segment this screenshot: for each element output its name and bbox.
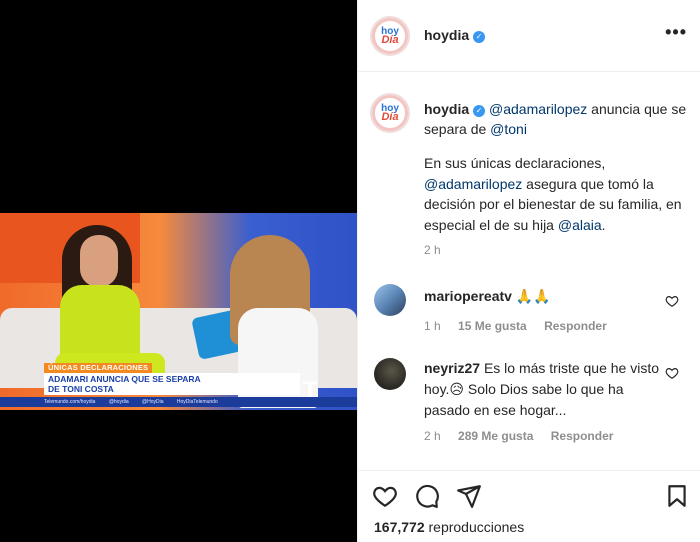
news-lower-third: ÚNICAS DECLARACIONES ADAMARI ANUNCIA QUE… (0, 363, 357, 411)
ticker-item: @hoydia (108, 399, 129, 405)
avatar-logo-bottom: Día (381, 33, 399, 46)
comment-meta: 2 h 289 Me gusta Responder (424, 429, 627, 443)
avatar[interactable]: hoy Día (370, 16, 410, 56)
avatar-logo-bottom: Día (381, 110, 399, 123)
hoydia-logo-icon: hoy Día (372, 18, 408, 54)
avatar[interactable] (374, 358, 406, 390)
ticker-item: Telemundo.com/hoydia (44, 399, 96, 405)
headline-line-1: ADAMARI ANUNCIA QUE SE SEPARA (48, 374, 201, 384)
avatar[interactable] (374, 284, 406, 316)
mention-link[interactable]: @alaia (558, 217, 602, 233)
lower-third-headline: ADAMARI ANUNCIA QUE SE SEPARA DE TONI CO… (44, 373, 300, 395)
comment-username[interactable]: neyriz27 (424, 360, 480, 376)
caption-body: En sus únicas declaraciones, @adamarilop… (424, 153, 694, 235)
comment-likes[interactable]: 289 Me gusta (458, 429, 533, 443)
comment-time[interactable]: 2 h (424, 429, 441, 443)
avatar[interactable]: hoy Día (370, 93, 410, 133)
lower-third-tag: ÚNICAS DECLARACIONES (44, 363, 153, 373)
reply-button[interactable]: Responder (551, 429, 614, 443)
share-send-icon[interactable] (456, 483, 482, 509)
caption-timestamp[interactable]: 2 h (424, 243, 441, 257)
caption-first-line: hoydia ✓ @adamarilopez anuncia que se sep… (424, 99, 694, 139)
views-count[interactable]: 167,772 reproducciones (374, 519, 524, 535)
comment-time[interactable]: 1 h (424, 319, 441, 333)
ticker-item: HoyDiaTelemundo (176, 399, 218, 405)
comment-text: mariopereatv 🙏🙏 (424, 286, 664, 307)
hoydia-logo-icon: hoy Día (372, 95, 408, 131)
like-heart-icon[interactable] (372, 483, 398, 509)
views-label: reproducciones (424, 519, 525, 535)
guest-face (80, 235, 118, 287)
more-options-icon[interactable]: ••• (665, 22, 687, 43)
post-actions-bar: 167,772 reproducciones (358, 470, 700, 542)
mention-link[interactable]: @toni (490, 121, 527, 137)
comment-likes[interactable]: 15 Me gusta (458, 319, 527, 333)
post-media[interactable]: T TELEMUNDO ÚNICAS DECLARACIONES ADAMARI… (0, 0, 357, 542)
mention-link[interactable]: @adamarilopez (489, 101, 587, 117)
views-number: 167,772 (374, 519, 425, 535)
caption-text: En sus únicas declaraciones, (424, 155, 606, 171)
like-comment-icon[interactable] (665, 294, 679, 308)
comment-username[interactable]: mariopereatv (424, 288, 512, 304)
comment-meta: 1 h 15 Me gusta Responder (424, 319, 621, 333)
reply-button[interactable]: Responder (544, 319, 607, 333)
comment-body: 🙏🙏 (515, 288, 551, 304)
header-username[interactable]: hoydia ✓ (424, 27, 486, 43)
caption-text: . (601, 216, 606, 233)
verified-badge-icon: ✓ (473, 105, 486, 117)
verified-badge-icon: ✓ (473, 31, 486, 43)
lower-third-ticker: Telemundo.com/hoydia @hoydia @HoyDia Hoy… (0, 397, 357, 407)
mention-link[interactable]: @adamarilopez (424, 176, 522, 192)
post-side-panel: hoy Día hoydia ✓ ••• hoy Día hoydia ✓ @ada… (357, 0, 700, 542)
bookmark-save-icon[interactable] (664, 483, 690, 509)
like-comment-icon[interactable] (665, 366, 679, 380)
header-username-text[interactable]: hoydia (424, 27, 469, 43)
comment-text: neyriz27 Es lo más triste que he visto h… (424, 358, 664, 421)
comment-bubble-icon[interactable] (414, 483, 440, 509)
caption-username[interactable]: hoydia (424, 101, 469, 117)
ticker-item: @HoyDia (142, 399, 164, 405)
post-header: hoy Día hoydia ✓ ••• (358, 0, 700, 72)
headline-line-2: DE TONI COSTA (48, 384, 114, 394)
